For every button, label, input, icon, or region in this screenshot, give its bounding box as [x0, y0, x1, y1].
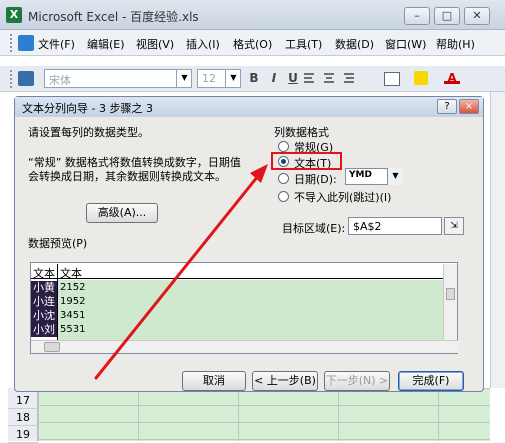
chevron-down-icon[interactable]: ▼	[176, 69, 192, 88]
destination-input[interactable]: $A$2	[348, 217, 442, 235]
preview-vertical-scrollbar[interactable]	[443, 264, 457, 340]
menu-file[interactable]: 文件(F)	[38, 36, 75, 52]
preview-column-header[interactable]: 文本	[33, 265, 55, 281]
excel-app-icon: X	[6, 7, 22, 23]
radio-general[interactable]	[278, 141, 289, 152]
option-date-label[interactable]: 日期(D):	[294, 171, 337, 187]
row-number[interactable]: 18	[8, 409, 38, 426]
font-name-box[interactable]: 宋体	[44, 69, 192, 88]
preview-cell: 小沈	[31, 309, 57, 323]
preview-selected-column[interactable]	[57, 280, 443, 340]
column-divider	[57, 264, 58, 340]
radio-skip[interactable]	[278, 191, 289, 202]
preview-cell: 5531	[60, 324, 86, 335]
next-button[interactable]: 下一步(N) >	[324, 371, 390, 391]
borders-icon[interactable]	[384, 72, 400, 86]
italic-button[interactable]: I	[266, 70, 282, 87]
dialog-close-button[interactable]: ×	[459, 99, 479, 114]
preview-header-row	[31, 264, 443, 279]
workbook-icon	[18, 35, 34, 51]
underline-button[interactable]: U	[285, 70, 301, 87]
fill-color-icon[interactable]	[414, 71, 428, 85]
menu-data[interactable]: 数据(D)	[335, 36, 374, 52]
font-color-icon[interactable]: A	[444, 70, 460, 85]
preview-cell: 小连	[31, 295, 57, 309]
preview-scroll-thumb[interactable]	[446, 288, 455, 300]
menu-format[interactable]: 格式(O)	[233, 36, 272, 52]
radio-date[interactable]	[278, 173, 289, 184]
preview-hscroll-thumb[interactable]	[44, 342, 60, 352]
row-number[interactable]: 17	[8, 392, 38, 409]
menu-insert[interactable]: 插入(I)	[186, 36, 220, 52]
preview-cell: 2152	[60, 282, 86, 293]
dialog-title: 文本分列向导 - 3 步骤之 3	[22, 102, 153, 115]
sheet-cells[interactable]	[38, 388, 490, 441]
preview-cell: 小黄	[31, 281, 57, 295]
instruction-text: 请设置每列的数据类型。	[28, 126, 149, 139]
preview-column-header[interactable]: 文本	[60, 265, 82, 281]
menu-help[interactable]: 帮助(H)	[436, 36, 475, 52]
chevron-down-icon[interactable]: ▼	[387, 168, 403, 185]
menu-view[interactable]: 视图(V)	[136, 36, 174, 52]
row-number[interactable]: 19	[8, 426, 38, 443]
maximize-button[interactable]: □	[434, 7, 460, 25]
close-window-button[interactable]: ✕	[464, 7, 490, 25]
help-button[interactable]: ?	[437, 99, 457, 114]
menubar-grip	[10, 34, 14, 52]
finish-button[interactable]: 完成(F)	[398, 371, 464, 391]
advanced-button[interactable]: 高级(A)...	[86, 203, 158, 223]
back-button[interactable]: < 上一步(B)	[252, 371, 318, 391]
menu-edit[interactable]: 编辑(E)	[87, 36, 125, 52]
window-title: Microsoft Excel - 百度经验.xls	[28, 10, 199, 24]
preview-cell: 小刘	[31, 323, 57, 337]
menu-window[interactable]: 窗口(W)	[385, 36, 426, 52]
align-icons[interactable]	[300, 71, 360, 86]
preview-cell: 1952	[60, 296, 86, 307]
bold-button[interactable]: B	[246, 70, 262, 87]
data-preview-label: 数据预览(P)	[28, 237, 88, 250]
toolbar-grip	[10, 70, 14, 88]
range-picker-icon[interactable]: ⇲	[444, 217, 464, 235]
cancel-button[interactable]: 取消	[182, 371, 246, 391]
destination-label: 目标区域(E):	[282, 222, 346, 235]
minimize-button[interactable]: –	[404, 7, 430, 25]
column-format-group-label: 列数据格式	[274, 126, 329, 139]
text-option-highlight	[271, 152, 342, 170]
save-icon[interactable]	[18, 71, 34, 86]
option-skip-label[interactable]: 不导入此列(跳过)(I)	[294, 189, 391, 205]
preview-cell: 3451	[60, 310, 86, 321]
chevron-down-icon[interactable]: ▼	[225, 69, 241, 88]
preview-horizontal-scrollbar[interactable]	[31, 340, 458, 353]
format-note-line2: 会转换成日期，其余数据则转换成文本。	[28, 170, 226, 183]
menu-tools[interactable]: 工具(T)	[285, 36, 322, 52]
